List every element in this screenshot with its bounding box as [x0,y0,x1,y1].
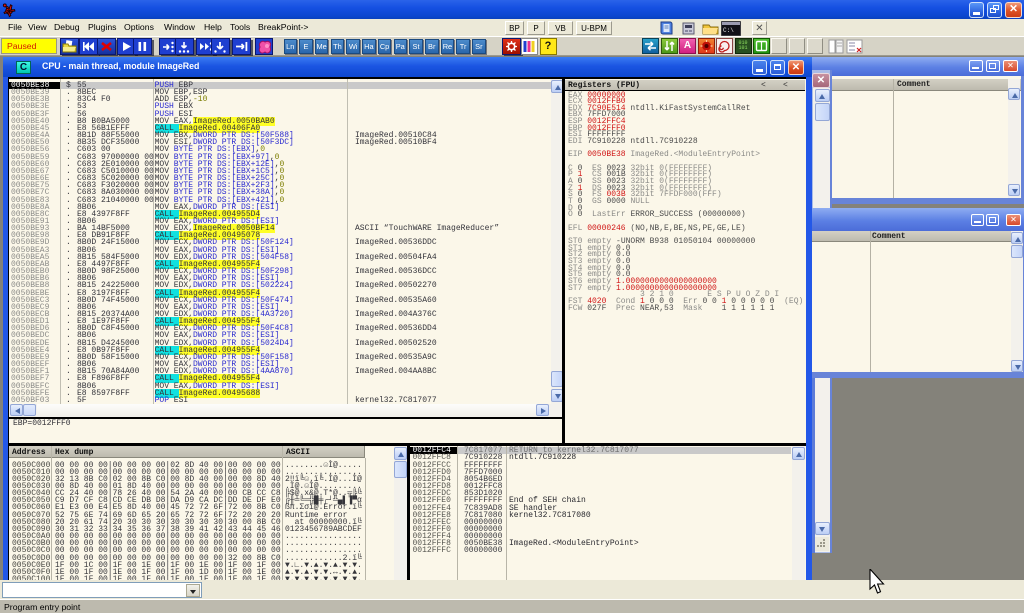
svg-text:C:\: C:\ [723,27,734,34]
